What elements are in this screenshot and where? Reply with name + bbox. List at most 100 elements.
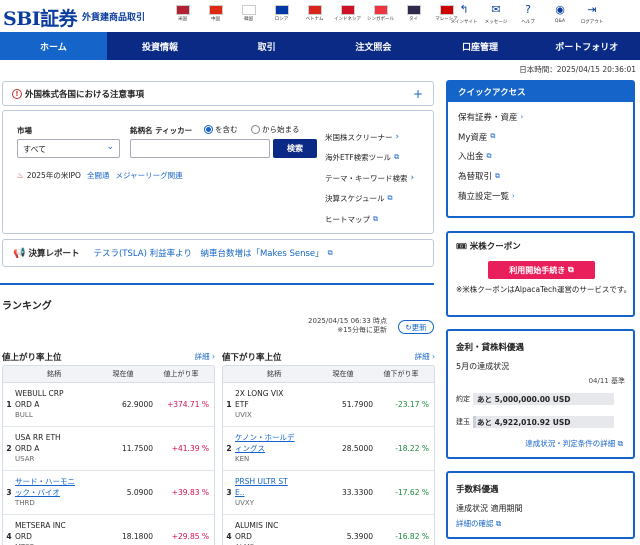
sbi-logo[interactable]: SBI証券 <box>3 4 78 31</box>
alert-icon: ! <box>12 88 22 99</box>
rates-detail-link[interactable]: 達成状況・判定条件の詳細 ⧉ <box>525 438 623 449</box>
tool-link-1[interactable]: 海外ETF検索ツール ⧉ <box>325 148 414 169</box>
external-link-icon: ⧉ <box>568 265 574 274</box>
table-row[interactable]: 3 サード・ハーモニ ック・バイオ THRD 5.0900 +39.83 % <box>3 471 214 515</box>
flag-label: ベトナム <box>305 17 324 22</box>
fee-status: 達成状況 適用期間 <box>456 504 523 513</box>
stock-name-line2: ORD A <box>15 400 40 409</box>
stock-rate: +39.83 % <box>171 488 209 497</box>
flag-5[interactable]: インドネシア <box>331 2 364 30</box>
table-row[interactable]: 4METSERA INCORDMTSR18.1800+29.85 % <box>3 515 214 545</box>
quick-link-1[interactable]: My資産 ⧉ <box>458 127 633 147</box>
report-link[interactable]: テスラ(TSLA) 利益率より 納車台数増は「Makes Sense」 <box>93 247 323 259</box>
ranking-title: ランキング <box>2 301 52 312</box>
kr-flag-icon <box>241 5 256 15</box>
rates-box: 金利・貸株料優遇 5月の達成状況 04/11 基準 約定 あと 5,000,00… <box>446 329 635 459</box>
external-link-icon: ⧉ <box>495 519 502 528</box>
nav-tab-2[interactable]: 取引 <box>213 32 320 60</box>
down-detail-link[interactable]: 詳細 › <box>415 351 435 362</box>
quick-link-0[interactable]: 保有証券・資産 › <box>458 107 633 127</box>
flag-2[interactable]: 韓国 <box>232 2 265 30</box>
nav-tab-1[interactable]: 投資情報 <box>107 32 214 60</box>
tool-link-0[interactable]: 米国株スクリーナー › <box>325 127 414 148</box>
all-link[interactable]: 全闘通 <box>87 170 110 181</box>
stock-name-line1: サード・ハーモニ <box>15 477 75 486</box>
nav-tab-0[interactable]: ホーム <box>0 32 107 60</box>
logout-icon: ⇥ <box>587 3 597 16</box>
rank-number: 1 <box>226 400 232 409</box>
stock-name-line1: PRSH ULTR ST <box>235 477 288 486</box>
earnings-report-bar: 📢 決算レポート テスラ(TSLA) 利益率より 納車台数増は「Makes Se… <box>2 239 434 267</box>
sg-flag-icon <box>373 5 388 15</box>
stock-name[interactable]: ALUMIS INCORDALMS <box>235 515 313 545</box>
price-col: 現在値 <box>112 370 134 378</box>
coupon-start-button[interactable]: 利用開始手続き ⧉ <box>488 261 595 279</box>
tool-link-3[interactable]: 決算スケジュール ⧉ <box>325 189 414 210</box>
nav-tab-3[interactable]: 注文照会 <box>320 32 427 60</box>
stock-name[interactable]: 2X LONG VIX ETF UVIX <box>235 383 313 426</box>
flag-6[interactable]: シンガポール <box>364 2 397 30</box>
coupon-title-text: 米株クーポン <box>469 242 521 252</box>
stock-name-line1: 2X LONG VIX <box>235 389 284 398</box>
table-row[interactable]: 4ALUMIS INCORDALMS5.3900-16.82 % <box>223 515 434 545</box>
logout-button[interactable]: ⇥ ログアウト <box>576 2 608 30</box>
ranking-interval: ※15分毎に更新 <box>337 326 387 334</box>
table-row[interactable]: 2 ケノン・ホールデ ィングス KEN 28.5000 -18.22 % <box>223 427 434 471</box>
table-row[interactable]: 1 2X LONG VIX ETF UVIX 51.7900 -23.17 % <box>223 383 434 427</box>
stock-name[interactable]: PRSH ULTR ST E.. UVXY <box>235 471 313 514</box>
message-button[interactable]: ✉ メッセージ <box>480 2 512 30</box>
notice-panel[interactable]: ! 外国株式各国における注意事項 + <box>2 81 434 106</box>
stock-rate: -17.62 % <box>395 488 429 497</box>
stock-price: 18.1800 <box>121 532 153 541</box>
stock-name-line1: ALUMIS INC <box>235 521 279 530</box>
section-divider <box>0 283 434 285</box>
down-header: 値下がり率上位 詳細 › <box>222 348 435 365</box>
tool-label: 海外ETF検索ツール <box>325 153 392 163</box>
ipo-link[interactable]: 2025年の米IPO <box>27 170 81 181</box>
quick-link-4[interactable]: 積立設定一覧 › <box>458 186 633 206</box>
external-link-icon: ⧉ <box>387 194 393 203</box>
refresh-label: 更新 <box>411 322 427 332</box>
nav-tab-5[interactable]: ポートフォリオ <box>533 32 640 60</box>
stock-rate: +41.39 % <box>171 444 209 453</box>
radio-contains[interactable]: を含む <box>204 124 238 135</box>
help-button[interactable]: ? ヘルプ <box>512 2 544 30</box>
stock-name[interactable]: USA RR ETH ORD A USAR <box>15 427 93 470</box>
quick-link-3[interactable]: 為替取引 ⧉ <box>458 166 633 186</box>
stock-name[interactable]: サード・ハーモニ ック・バイオ THRD <box>15 471 93 514</box>
table-row[interactable]: 3 PRSH ULTR ST E.. UVXY 33.3300 -17.62 % <box>223 471 434 515</box>
ticker-input[interactable] <box>130 139 270 158</box>
main-site-button[interactable]: ↰ メインサイト <box>448 2 480 30</box>
flag-4[interactable]: ベトナム <box>298 2 331 30</box>
cn-flag-icon <box>208 5 223 15</box>
external-link-icon: ⧉ <box>495 171 501 180</box>
refresh-button[interactable]: ↻ 更新 <box>398 320 434 334</box>
stock-name[interactable]: WEBULL CRP ORD A BULL <box>15 383 93 426</box>
market-select[interactable]: すべて ⌄ <box>17 139 120 158</box>
header-icon-label: ログアウト <box>580 20 604 25</box>
search-button[interactable]: 検索 <box>273 139 317 158</box>
qa-button[interactable]: ◉ Q&A <box>544 2 576 30</box>
fee-detail-link[interactable]: 詳細の確認 ⧉ <box>456 518 501 529</box>
stock-name[interactable]: ケノン・ホールデ ィングス KEN <box>235 427 313 470</box>
quick-link-2[interactable]: 入出金 ⧉ <box>458 147 633 167</box>
tategyoku-row: 建玉 あと 4,922,010.92 USD <box>456 416 614 428</box>
up-detail-link[interactable]: 詳細 › <box>195 351 215 362</box>
stock-name[interactable]: METSERA INCORDMTSR <box>15 515 93 545</box>
nav-tab-4[interactable]: 口座管理 <box>427 32 534 60</box>
flag-3[interactable]: ロシア <box>265 2 298 30</box>
table-row[interactable]: 2 USA RR ETH ORD A USAR 11.7500 +41.39 % <box>3 427 214 471</box>
table-row[interactable]: 1 WEBULL CRP ORD A BULL 62.9000 +374.71 % <box>3 383 214 427</box>
rank-number: 4 <box>226 532 232 541</box>
mlb-link[interactable]: メジャーリーグ関連 <box>115 170 182 181</box>
tool-link-2[interactable]: テーマ・キーワード検索 › <box>325 168 414 189</box>
radio-starts-with[interactable]: から始まる <box>251 124 300 135</box>
expand-icon[interactable]: + <box>413 87 423 101</box>
fee-link-text: 詳細の確認 <box>456 519 494 528</box>
stock-name-line1: ケノン・ホールデ <box>235 433 295 442</box>
stock-symbol: THRD <box>15 499 35 507</box>
flag-0[interactable]: 米国 <box>166 2 199 30</box>
tool-link-4[interactable]: ヒートマップ ⧉ <box>325 209 414 230</box>
flag-1[interactable]: 中国 <box>199 2 232 30</box>
flag-7[interactable]: タイ <box>397 2 430 30</box>
